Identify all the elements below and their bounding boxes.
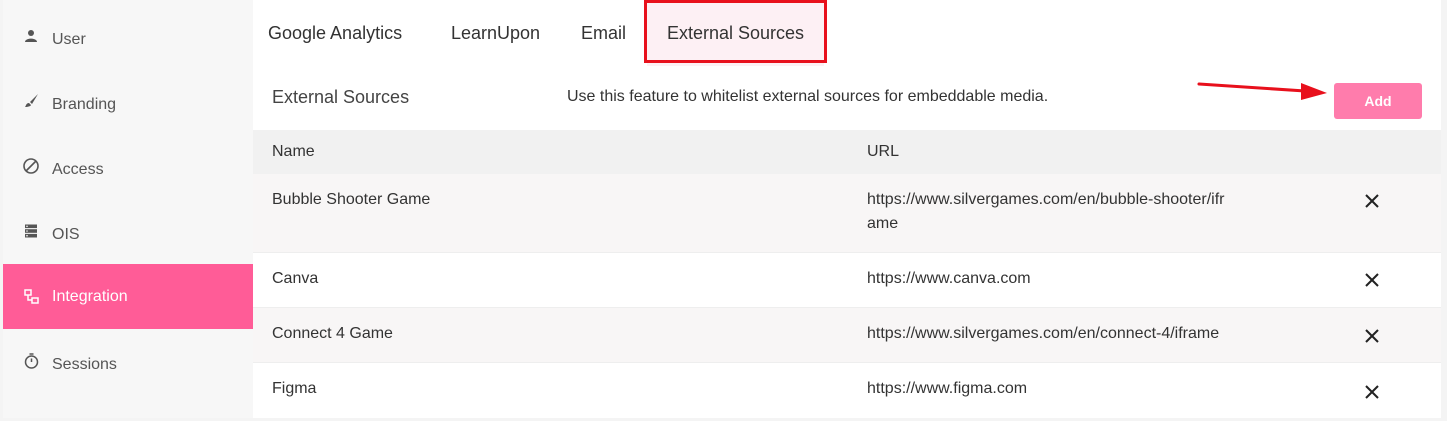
tab-label: External Sources: [666, 22, 805, 43]
timer-icon: [23, 352, 39, 369]
source-name: Canva: [272, 270, 319, 287]
table-header: Name URL: [253, 130, 1441, 174]
source-name: Connect 4 Game: [272, 325, 393, 342]
source-name: Figma: [272, 380, 317, 397]
tab-google-analytics[interactable]: Google Analytics: [268, 0, 402, 66]
sidebar-item-access[interactable]: Access: [3, 133, 253, 198]
source-url: https://www.silvergames.com/en/connect-4…: [867, 325, 1220, 342]
sidebar-item-label: OIS: [52, 225, 80, 243]
sidebar-item-label: Sessions: [52, 355, 117, 373]
column-header-name: Name: [272, 143, 315, 160]
source-url: https://www.silvergames.com/en/bubble-sh…: [867, 191, 1225, 232]
sidebar-item-integration[interactable]: Integration: [3, 264, 253, 329]
table-row: Connect 4 Game https://www.silvergames.c…: [253, 308, 1441, 363]
tab-label: Google Analytics: [268, 22, 403, 43]
source-name: Bubble Shooter Game: [272, 191, 431, 208]
server-icon: [23, 223, 39, 239]
user-icon: [23, 28, 39, 44]
source-url: https://www.figma.com: [867, 380, 1028, 397]
sidebar: User Branding Access OIS Integration Ses…: [3, 0, 254, 418]
sidebar-item-user[interactable]: User: [3, 3, 253, 68]
sidebar-item-label: User: [52, 30, 86, 48]
column-header-url: URL: [867, 143, 900, 160]
sidebar-item-ois[interactable]: OIS: [3, 198, 253, 263]
sidebar-item-label: Branding: [52, 95, 117, 113]
section-title: External Sources: [272, 87, 410, 107]
delete-icon[interactable]: [1361, 190, 1383, 212]
table-row: Bubble Shooter Game https://www.silverga…: [253, 174, 1441, 253]
annotation-arrow-icon: [1197, 82, 1327, 100]
brush-icon: [23, 93, 39, 109]
table-row: Figma https://www.figma.com: [253, 363, 1441, 421]
add-button[interactable]: Add: [1334, 83, 1422, 119]
sidebar-item-label: Integration: [52, 287, 128, 305]
integration-icon: [23, 289, 39, 305]
block-icon: [23, 157, 39, 174]
table-row: Canva https://www.canva.com: [253, 253, 1441, 308]
tab-learnupon[interactable]: LearnUpon: [451, 0, 540, 66]
sidebar-item-branding[interactable]: Branding: [3, 68, 253, 133]
delete-icon[interactable]: [1361, 381, 1383, 403]
tab-label: Email: [581, 22, 627, 43]
section-description: Use this feature to whitelist external s…: [567, 88, 1049, 105]
tab-label: LearnUpon: [451, 22, 541, 43]
tab-bar: Google Analytics LearnUpon Email Externa…: [253, 0, 1441, 66]
delete-icon[interactable]: [1361, 325, 1383, 347]
main-panel: Google Analytics LearnUpon Email Externa…: [253, 0, 1441, 418]
tab-external-sources[interactable]: External Sources: [647, 0, 824, 66]
source-url: https://www.canva.com: [867, 270, 1031, 287]
tab-email[interactable]: Email: [581, 0, 626, 66]
sidebar-item-label: Access: [52, 160, 104, 178]
external-sources-table: Name URL Bubble Shooter Game https://www…: [253, 130, 1441, 421]
delete-icon[interactable]: [1361, 269, 1383, 291]
sidebar-item-sessions[interactable]: Sessions: [3, 328, 253, 393]
